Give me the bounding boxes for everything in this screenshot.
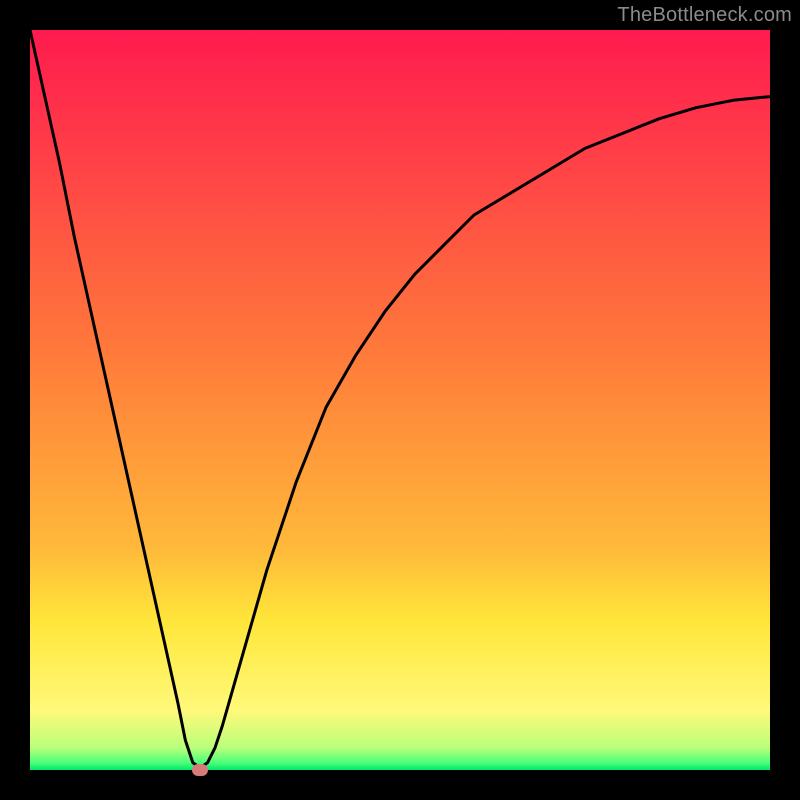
curve-layer [30, 30, 770, 770]
watermark-text: TheBottleneck.com [617, 4, 792, 27]
bottleneck-curve [30, 30, 770, 768]
plot-area [30, 30, 770, 770]
optimum-marker [192, 764, 208, 776]
chart-container: TheBottleneck.com [0, 0, 800, 800]
